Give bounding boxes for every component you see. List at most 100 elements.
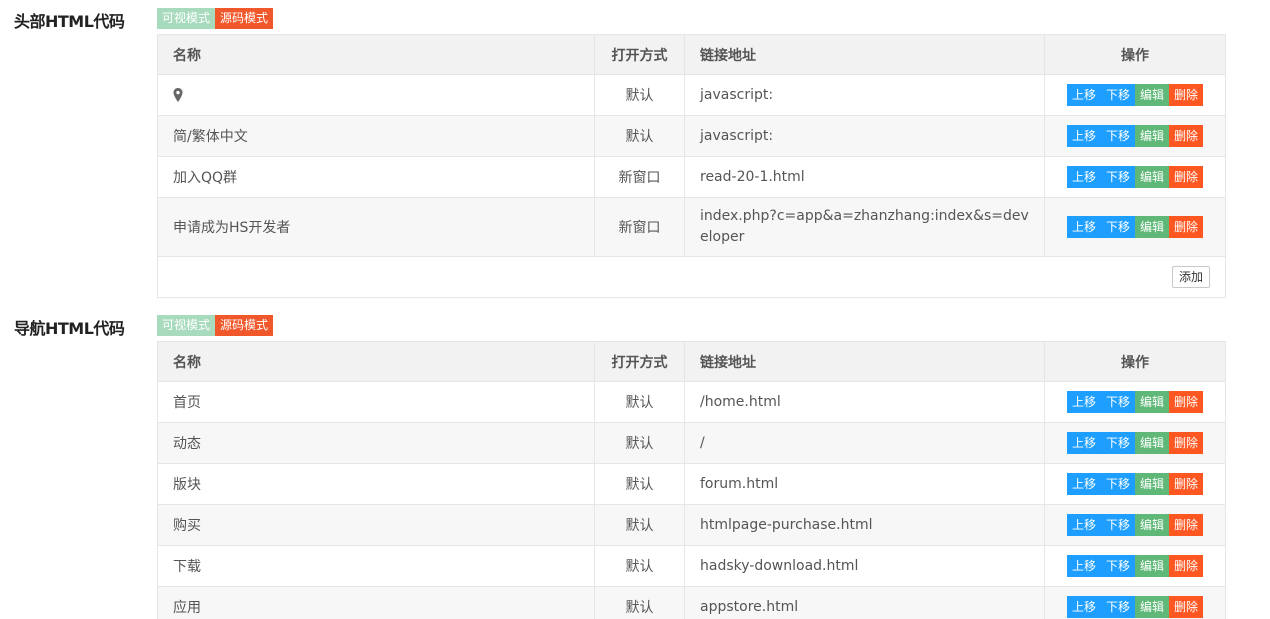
row-url-link[interactable]: /home.html	[684, 381, 1045, 423]
move-up-button[interactable]: 上移	[1066, 473, 1101, 495]
row-open-mode: 默认	[594, 586, 685, 619]
row-url-link[interactable]: javascript:	[684, 74, 1045, 116]
row-name: 下载	[157, 545, 595, 587]
edit-button[interactable]: 编辑	[1135, 514, 1170, 536]
edit-button[interactable]: 编辑	[1135, 596, 1170, 618]
delete-button[interactable]: 删除	[1169, 166, 1204, 188]
row-actions: 上移 下移 编辑 删除	[1044, 586, 1226, 619]
row-url-link[interactable]: read-20-1.html	[684, 156, 1045, 198]
move-down-button[interactable]: 下移	[1100, 391, 1135, 413]
move-down-button[interactable]: 下移	[1100, 125, 1135, 147]
source-mode-button[interactable]: 源码模式	[215, 8, 274, 29]
add-button[interactable]: 添加	[1171, 266, 1210, 288]
move-up-button[interactable]: 上移	[1066, 125, 1101, 147]
column-header-url: 链接地址	[684, 341, 1045, 382]
map-pin-icon	[173, 88, 183, 102]
row-open-mode: 默认	[594, 463, 685, 505]
row-open-mode: 默认	[594, 74, 685, 116]
mode-switch: 可视模式 源码模式	[157, 8, 274, 29]
edit-button[interactable]: 编辑	[1135, 84, 1170, 106]
delete-button[interactable]: 删除	[1169, 125, 1204, 147]
visual-mode-button[interactable]: 可视模式	[157, 315, 216, 336]
move-down-button[interactable]: 下移	[1100, 432, 1135, 454]
row-url-link[interactable]: forum.html	[684, 463, 1045, 505]
row-url-link[interactable]: hadsky-download.html	[684, 545, 1045, 587]
row-url-link[interactable]: index.php?c=app&a=zhanzhang:index&s=deve…	[684, 197, 1045, 257]
table-row: 购买 默认 htmlpage-purchase.html 上移 下移 编辑 删除	[157, 504, 1226, 546]
row-url-link[interactable]: /	[684, 422, 1045, 464]
move-up-button[interactable]: 上移	[1066, 555, 1101, 577]
move-up-button[interactable]: 上移	[1066, 166, 1101, 188]
move-up-button[interactable]: 上移	[1066, 596, 1101, 618]
move-down-button[interactable]: 下移	[1100, 555, 1135, 577]
delete-button[interactable]: 删除	[1169, 514, 1204, 536]
table-header-row: 名称 打开方式 链接地址 操作	[157, 341, 1226, 382]
move-up-button[interactable]: 上移	[1066, 432, 1101, 454]
delete-button[interactable]: 删除	[1169, 432, 1204, 454]
nav-links-table: 名称 打开方式 链接地址 操作 首页 默认/home.html 上移 下移 编辑 删除 动态…	[157, 341, 1226, 619]
table-row: 下载 默认 hadsky-download.html 上移 下移 编辑 删除	[157, 545, 1226, 587]
source-mode-button[interactable]: 源码模式	[215, 315, 274, 336]
row-name: 应用	[157, 586, 595, 619]
move-up-button[interactable]: 上移	[1066, 216, 1101, 238]
edit-button[interactable]: 编辑	[1135, 432, 1170, 454]
row-name: 动态	[157, 422, 595, 464]
row-open-mode: 新窗口	[594, 197, 685, 257]
edit-button[interactable]: 编辑	[1135, 166, 1170, 188]
column-header-name: 名称	[157, 34, 595, 75]
edit-button[interactable]: 编辑	[1135, 473, 1170, 495]
row-name: 版块	[157, 463, 595, 505]
row-open-mode: 默认	[594, 422, 685, 464]
row-name: 简/繁体中文	[157, 115, 595, 157]
row-name: 购买	[157, 504, 595, 546]
delete-button[interactable]: 删除	[1169, 216, 1204, 238]
row-url-link[interactable]: htmlpage-purchase.html	[684, 504, 1045, 546]
edit-button[interactable]: 编辑	[1135, 391, 1170, 413]
move-up-button[interactable]: 上移	[1066, 391, 1101, 413]
column-header-open: 打开方式	[594, 34, 685, 75]
row-actions: 上移 下移 编辑 删除	[1044, 74, 1226, 116]
move-up-button[interactable]: 上移	[1066, 514, 1101, 536]
row-url-link[interactable]: javascript:	[684, 115, 1045, 157]
add-row: 添加	[157, 256, 1226, 298]
row-url-link[interactable]: appstore.html	[684, 586, 1045, 619]
row-name: 首页	[157, 381, 595, 423]
table-row: 应用 默认 appstore.html 上移 下移 编辑 删除	[157, 586, 1226, 619]
table-row: 简/繁体中文 默认 javascript: 上移 下移 编辑 删除	[157, 115, 1226, 157]
row-name	[157, 74, 595, 116]
row-open-mode: 新窗口	[594, 156, 685, 198]
mode-switch: 可视模式 源码模式	[157, 315, 274, 336]
header-links-table: 名称 打开方式 链接地址 操作 默认 javascript: 上移 下移 编辑 删除 简/繁…	[157, 34, 1226, 298]
row-name: 申请成为HS开发者	[157, 197, 595, 257]
row-actions: 上移 下移 编辑 删除	[1044, 115, 1226, 157]
delete-button[interactable]: 删除	[1169, 84, 1204, 106]
row-open-mode: 默认	[594, 381, 685, 423]
move-down-button[interactable]: 下移	[1100, 216, 1135, 238]
table-header-row: 名称 打开方式 链接地址 操作	[157, 34, 1226, 75]
row-actions: 上移 下移 编辑 删除	[1044, 422, 1226, 464]
edit-button[interactable]: 编辑	[1135, 216, 1170, 238]
add-row-cell: 添加	[157, 256, 1226, 298]
row-name: 加入QQ群	[157, 156, 595, 198]
move-up-button[interactable]: 上移	[1066, 84, 1101, 106]
row-actions: 上移 下移 编辑 删除	[1044, 545, 1226, 587]
move-down-button[interactable]: 下移	[1100, 514, 1135, 536]
edit-button[interactable]: 编辑	[1135, 125, 1170, 147]
delete-button[interactable]: 删除	[1169, 555, 1204, 577]
column-header-url: 链接地址	[684, 34, 1045, 75]
move-down-button[interactable]: 下移	[1100, 84, 1135, 106]
delete-button[interactable]: 删除	[1169, 596, 1204, 618]
delete-button[interactable]: 删除	[1169, 473, 1204, 495]
move-down-button[interactable]: 下移	[1100, 596, 1135, 618]
column-header-ops: 操作	[1044, 34, 1226, 75]
visual-mode-button[interactable]: 可视模式	[157, 8, 216, 29]
delete-button[interactable]: 删除	[1169, 391, 1204, 413]
column-header-open: 打开方式	[594, 341, 685, 382]
move-down-button[interactable]: 下移	[1100, 473, 1135, 495]
edit-button[interactable]: 编辑	[1135, 555, 1170, 577]
row-open-mode: 默认	[594, 504, 685, 546]
table-row: 版块 默认 forum.html 上移 下移 编辑 删除	[157, 463, 1226, 505]
table-row: 默认 javascript: 上移 下移 编辑 删除	[157, 74, 1226, 116]
row-actions: 上移 下移 编辑 删除	[1044, 197, 1226, 257]
move-down-button[interactable]: 下移	[1100, 166, 1135, 188]
